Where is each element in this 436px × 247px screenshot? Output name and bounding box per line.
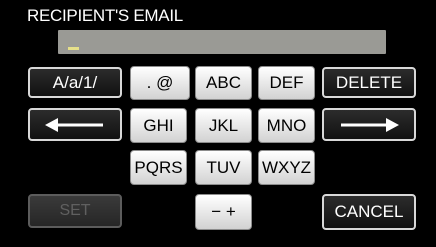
text-cursor: [68, 47, 79, 50]
key-def[interactable]: DEF: [258, 66, 315, 100]
cancel-button[interactable]: CANCEL: [322, 194, 416, 230]
key-pqrs[interactable]: PQRS: [130, 150, 187, 185]
arrow-right-icon: [341, 117, 399, 132]
key-tuv[interactable]: TUV: [195, 150, 252, 185]
key-abc[interactable]: ABC: [195, 66, 252, 100]
key-ghi[interactable]: GHI: [130, 108, 187, 143]
screen-title: RECIPIENT'S EMAIL: [27, 6, 183, 25]
key-mno[interactable]: MNO: [258, 108, 315, 143]
arrow-left-icon: [45, 117, 103, 132]
delete-button[interactable]: DELETE: [322, 67, 416, 98]
mode-toggle-button[interactable]: A/a/1/: [28, 67, 122, 98]
key-jkl[interactable]: JKL: [195, 108, 252, 143]
cursor-left-button[interactable]: [28, 108, 122, 141]
key-wxyz[interactable]: WXYZ: [258, 150, 315, 185]
set-button: SET: [28, 194, 122, 228]
email-entry-field[interactable]: [58, 30, 386, 54]
key-dot-at[interactable]: . @: [130, 66, 190, 100]
cursor-right-button[interactable]: [322, 108, 416, 141]
key-minus-plus[interactable]: − +: [195, 194, 252, 230]
